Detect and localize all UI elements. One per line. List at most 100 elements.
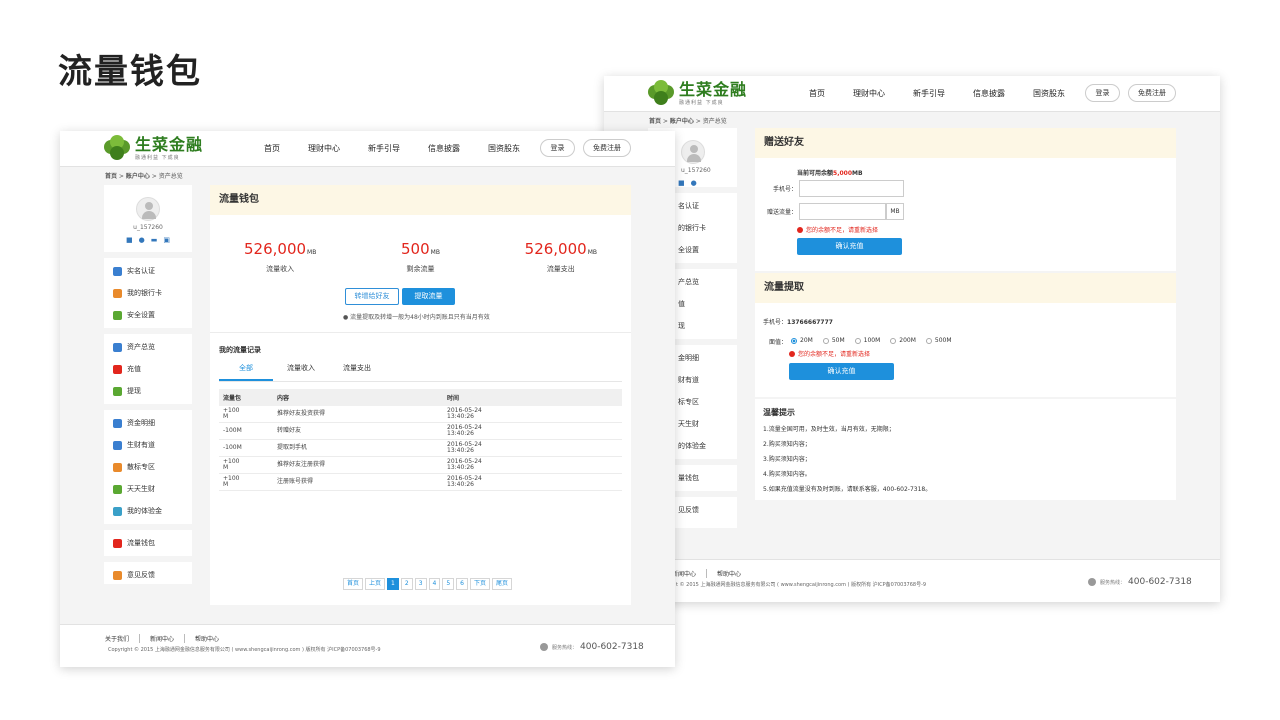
gift-confirm-button[interactable]: 确认充值 (797, 238, 902, 255)
tip-line: 5.如果充值流量没有及时到账，请联系客服，400-602-7318。 (763, 486, 932, 493)
nav-shareholder[interactable]: 国资股东 (488, 143, 520, 154)
sidebar-item[interactable]: 安全设置 (104, 304, 192, 326)
sidebar-item-label: 安全设置 (127, 311, 155, 319)
sidebar-item-label: 全设置 (678, 246, 699, 254)
sidebar-item[interactable]: 生财有道 (104, 434, 192, 456)
sidebar-item[interactable]: 我的体验金 (104, 500, 192, 522)
page-1[interactable]: 1 (387, 578, 399, 590)
user-icon[interactable]: ● (139, 236, 145, 244)
page-3[interactable]: 3 (414, 578, 427, 590)
page-4[interactable]: 4 (428, 578, 441, 590)
sidebar-item[interactable]: 实名认证 (104, 260, 192, 282)
sidebar-item-label: 天天生财 (127, 485, 155, 493)
crumb-current: 资产总览 (158, 173, 183, 180)
card-icon[interactable]: ▬ (151, 236, 158, 244)
crumb-home[interactable]: 首页 (649, 118, 661, 125)
cell-pkg: -100M (219, 422, 273, 440)
sidebar-item[interactable]: 流量钱包 (104, 532, 192, 554)
sidebar-item-label: 我的体验金 (127, 507, 162, 515)
crumb-account[interactable]: 账户中心 (126, 173, 150, 180)
crumb-account[interactable]: 账户中心 (670, 118, 694, 125)
footer-help-link[interactable]: 帮助中心 (184, 634, 229, 643)
cell-pkg: +100 M (219, 456, 273, 474)
records-title: 我的流量记录 (219, 346, 261, 354)
sidebar-item[interactable]: 提现 (104, 380, 192, 402)
tab-all[interactable]: 全部 (219, 363, 273, 381)
cell-pkg: -100M (219, 439, 273, 457)
cell-time: 2016-05-24 13:40:26 (443, 439, 622, 457)
menu-icon (113, 484, 122, 494)
menu-icon (113, 418, 122, 428)
page-next[interactable]: 下页 (470, 578, 491, 590)
nav-disclosure[interactable]: 信息披露 (973, 88, 1005, 99)
tab-expense[interactable]: 流量支出 (329, 363, 385, 381)
id-icon[interactable]: ■ (678, 179, 685, 187)
sidebar-item-label: 的银行卡 (678, 224, 706, 232)
nav-home[interactable]: 首页 (264, 143, 280, 154)
gift-error: 您的余额不足，请重新选择 (797, 225, 878, 234)
cell-content: 推荐好友投资获得 (273, 406, 443, 423)
nav-guide[interactable]: 新手引导 (368, 143, 400, 154)
face-option-radio[interactable]: 50M (822, 337, 845, 344)
crumb-home[interactable]: 首页 (105, 173, 117, 180)
sidebar-item-label: 资产总览 (127, 343, 155, 351)
withdraw-error: 您的余额不足，请重新选择 (789, 349, 870, 358)
sidebar-item-label: 生财有道 (127, 441, 155, 449)
face-option-radio[interactable]: 20M (791, 337, 813, 344)
lock-icon[interactable]: ▣ (163, 236, 170, 244)
site-logo[interactable]: 生菜金融 融通利益 下成良 (648, 80, 747, 106)
tab-income[interactable]: 流量收入 (273, 363, 329, 381)
sidebar-item[interactable]: 意见反馈 (104, 564, 192, 586)
cell-pkg: +100 M (219, 473, 273, 491)
user-icon[interactable]: ● (691, 179, 697, 187)
sidebar-item[interactable]: 充值 (104, 358, 192, 380)
sidebar-item[interactable]: 资产总览 (104, 336, 192, 358)
footer-help-link[interactable]: 帮助中心 (706, 569, 751, 578)
login-button[interactable]: 登录 (540, 139, 575, 157)
gift-phone-input[interactable] (799, 180, 904, 197)
stat-income: 526,000MB 流量收入 (244, 240, 317, 273)
nav-guide[interactable]: 新手引导 (913, 88, 945, 99)
face-option-radio[interactable]: 200M (890, 337, 916, 344)
avatar[interactable] (681, 140, 705, 164)
cell-time: 2016-05-24 13:40:26 (443, 422, 622, 440)
footer-news-link[interactable]: 新闻中心 (672, 569, 706, 578)
breadcrumb: 首页 > 账户中心 > 资产总览 (649, 118, 727, 125)
login-button[interactable]: 登录 (1085, 84, 1120, 102)
gift-amount-input[interactable] (799, 203, 886, 220)
sidebar-item-label: 金明细 (678, 354, 699, 362)
id-icon[interactable]: ■ (126, 236, 133, 244)
nav-finance[interactable]: 理财中心 (853, 88, 885, 99)
face-option-radio[interactable]: 100M (854, 337, 880, 344)
page-first[interactable]: 首页 (343, 578, 364, 590)
sidebar-menu: 实名认证 我的银行卡安全设置资产总览充值 提现资金明细生财有道散标专区天天生财我的体… (104, 252, 192, 588)
gift-friend-button[interactable]: 转增给好友 (345, 288, 399, 305)
pagination: 首页 上页 1 2 3 4 5 6 下页 尾页 (343, 578, 513, 590)
site-logo[interactable]: 生菜金融 融通利益 下成良 (104, 135, 203, 161)
footer-news-link[interactable]: 新闻中心 (139, 634, 184, 643)
sidebar-item[interactable]: 天天生财 (104, 478, 192, 500)
register-button[interactable]: 免费注册 (1128, 84, 1176, 102)
page-5[interactable]: 5 (442, 578, 455, 590)
withdraw-button[interactable]: 提取流量 (402, 288, 455, 305)
sidebar-group: 流量钱包 (104, 524, 192, 556)
page-6[interactable]: 6 (456, 578, 468, 590)
page-last[interactable]: 尾页 (492, 578, 513, 590)
nav-shareholder[interactable]: 国资股东 (1033, 88, 1065, 99)
sidebar-item[interactable]: 我的银行卡 (104, 282, 192, 304)
sidebar-item[interactable]: 散标专区 (104, 456, 192, 478)
withdraw-confirm-button[interactable]: 确认充值 (789, 363, 894, 380)
sidebar-item[interactable]: 资金明细 (104, 412, 192, 434)
cell-time: 2016-05-24 13:40:26 (443, 473, 622, 491)
page-prev[interactable]: 上页 (365, 578, 386, 590)
footer-about-link[interactable]: 关于我们 (105, 634, 139, 643)
nav-home[interactable]: 首页 (809, 88, 825, 99)
avatar[interactable] (136, 197, 160, 221)
page-2[interactable]: 2 (400, 578, 413, 590)
face-option-radio[interactable]: 500M (925, 337, 952, 344)
user-name: u_157260 (133, 224, 163, 231)
nav-finance[interactable]: 理财中心 (308, 143, 340, 154)
register-button[interactable]: 免费注册 (583, 139, 631, 157)
nav-disclosure[interactable]: 信息披露 (428, 143, 460, 154)
wallet-title: 流量钱包 (210, 185, 631, 215)
